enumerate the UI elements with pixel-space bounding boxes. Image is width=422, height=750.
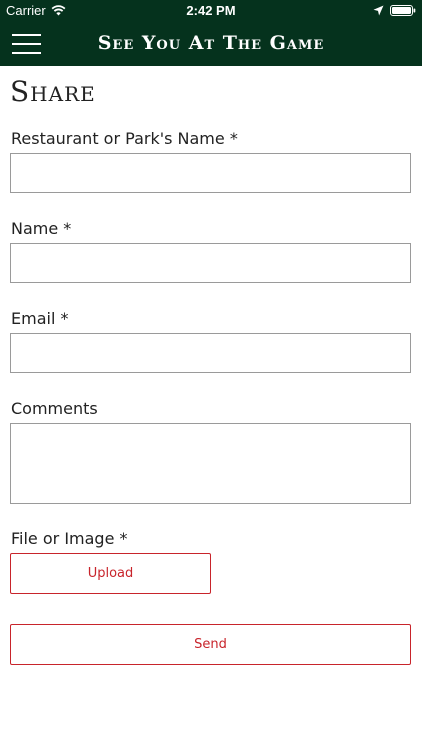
status-time: 2:42 PM	[186, 3, 236, 18]
share-screen: Carrier 2:42 PM See You At The Game Shar…	[0, 0, 422, 750]
navigation-bar: See You At The Game	[0, 22, 422, 66]
name-input[interactable]	[10, 243, 411, 283]
email-label: Email *	[11, 309, 69, 328]
upload-button[interactable]: Upload	[10, 553, 211, 594]
page-title: Share	[10, 75, 96, 108]
send-button[interactable]: Send	[10, 624, 411, 665]
comments-textarea[interactable]	[10, 423, 411, 504]
app-title: See You At The Game	[97, 32, 325, 54]
email-input[interactable]	[10, 333, 411, 373]
battery-icon	[390, 5, 416, 16]
status-bar: Carrier 2:42 PM	[0, 0, 422, 22]
file-or-image-label: File or Image *	[11, 529, 128, 548]
comments-label: Comments	[11, 399, 98, 418]
restaurant-name-label: Restaurant or Park's Name *	[11, 129, 238, 148]
app-header: Carrier 2:42 PM See You At The Game	[0, 0, 422, 66]
location-arrow-icon	[373, 5, 384, 16]
name-label: Name *	[11, 219, 72, 238]
restaurant-name-input[interactable]	[10, 153, 411, 193]
